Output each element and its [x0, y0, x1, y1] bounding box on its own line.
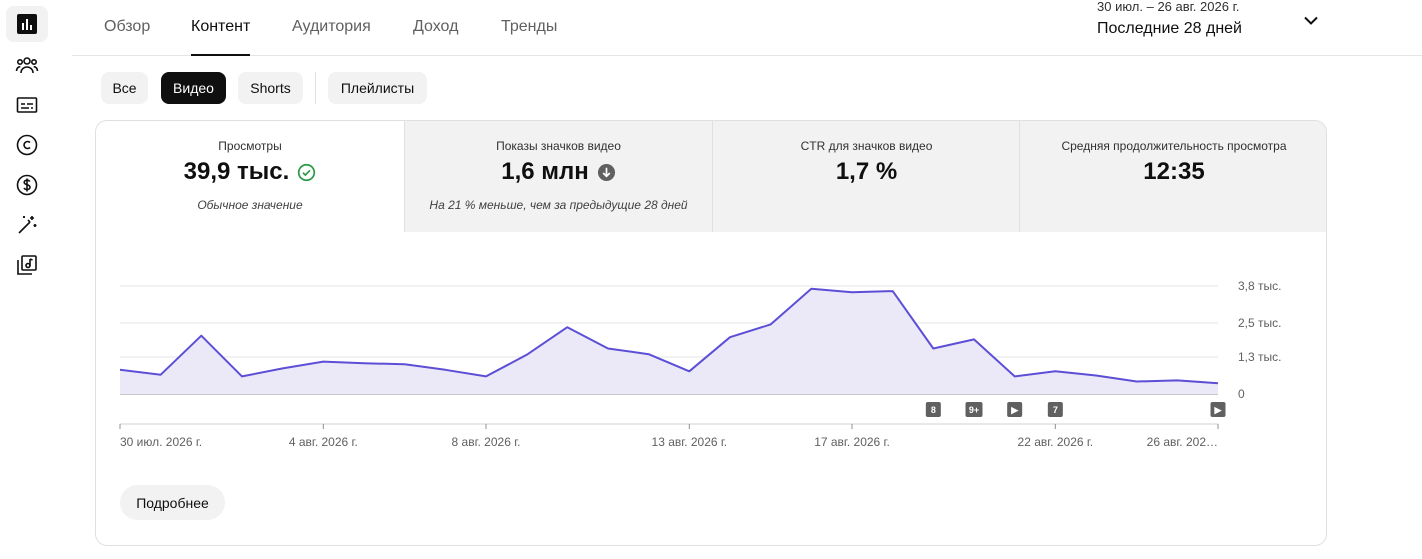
y-tick-label: 1,3 тыс.: [1238, 350, 1281, 364]
x-tick-label: 30 июл. 2026 г.: [120, 435, 202, 449]
video-marker-label: 7: [1053, 405, 1058, 415]
views-line-chart: 3,8 тыс. 2,5 тыс. 1,3 тыс. 0 8 9+ ▶ 7 ▶ 30 июл. 2…: [119, 279, 1281, 449]
video-marker-label: ▶: [1010, 405, 1019, 415]
x-tick-label: 17 авг. 2026 г.: [814, 435, 890, 449]
x-tick-label: 4 авг. 2026 г.: [289, 435, 358, 449]
more-details-button[interactable]: Подробнее: [120, 485, 225, 520]
video-marker-label: ▶: [1214, 405, 1223, 415]
x-tick-label: 8 авг. 2026 г.: [452, 435, 521, 449]
y-tick-label: 3,8 тыс.: [1238, 279, 1281, 293]
x-tick-label: 26 авг. 202…: [1147, 435, 1218, 449]
video-marker-label: 9+: [969, 405, 979, 415]
x-tick-label: 13 авг. 2026 г.: [652, 435, 728, 449]
video-marker-label: 8: [931, 405, 936, 415]
y-tick-label: 2,5 тыс.: [1238, 316, 1281, 330]
x-tick-label: 22 авг. 2026 г.: [1018, 435, 1094, 449]
area-fill: [120, 288, 1218, 394]
y-tick-label: 0: [1238, 387, 1245, 401]
